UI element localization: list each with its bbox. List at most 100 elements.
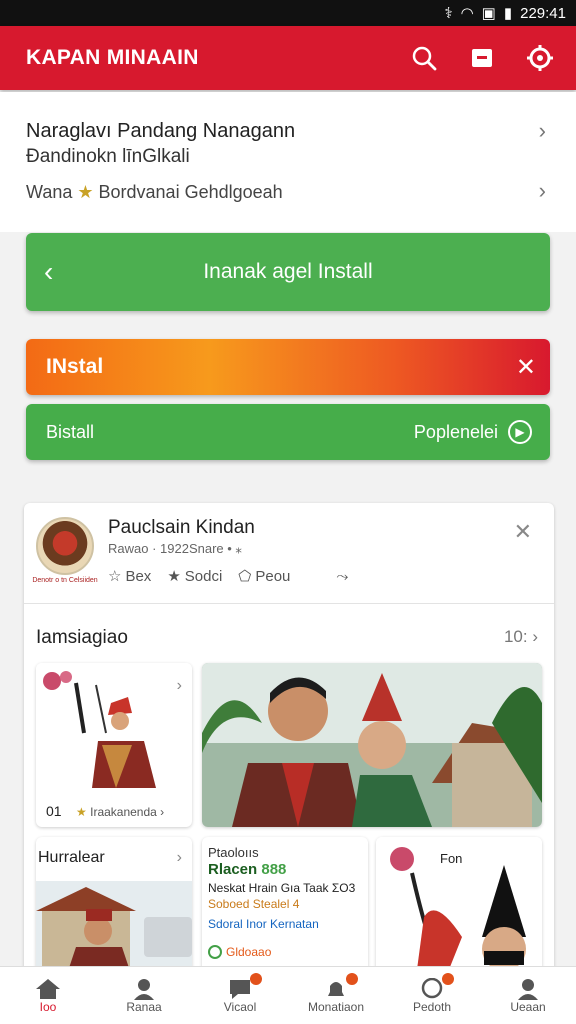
divider bbox=[24, 603, 554, 604]
tile-event-info[interactable]: Ptaoloııs Rlacen 888 Neskat Hrain Gıa Ta… bbox=[202, 837, 368, 973]
tile-event-line: Sdoral Inor Kernatan bbox=[208, 917, 319, 931]
nav-notifications-label: Monatiaon bbox=[307, 999, 365, 1014]
app-bar: KAPAN MINAAIN bbox=[0, 26, 576, 90]
bookmark-action[interactable]: ☆ Bex bbox=[108, 567, 152, 586]
bluetooth-icon: ⚕ bbox=[444, 5, 453, 22]
tile-event-title-text: Rlacen bbox=[208, 861, 258, 878]
signal-icon: ▣ bbox=[481, 5, 496, 22]
tag-label: Peou bbox=[255, 567, 291, 585]
nav-video[interactable]: Vicaol bbox=[192, 967, 288, 1024]
nav-profile-label: Ueaan bbox=[510, 999, 546, 1014]
home-icon bbox=[36, 978, 60, 999]
install-button-main-label: Inanak agel Install bbox=[203, 260, 373, 283]
bookmark-label: Bex bbox=[125, 567, 152, 585]
tile-event-title: Rlacen 888 bbox=[208, 861, 286, 878]
nav-home-label: Ioo bbox=[39, 999, 57, 1014]
section-count[interactable]: 10: › bbox=[504, 627, 538, 647]
bell-icon bbox=[328, 981, 344, 996]
nav-search-label: Ranaa bbox=[126, 999, 162, 1014]
star-label: Sodci bbox=[184, 567, 223, 585]
tile-costume-hat[interactable]: Fon bbox=[376, 837, 542, 973]
wifi-icon: ◠ bbox=[460, 5, 474, 22]
chat-icon bbox=[230, 979, 250, 999]
star-icon: ★ bbox=[76, 805, 87, 819]
back-arrow-icon[interactable]: ‹ bbox=[44, 256, 53, 288]
chevron-right-icon: › bbox=[538, 118, 546, 143]
info-subtitle-row[interactable]: Wana ★ Bordvanai Gehdlgoeah › bbox=[26, 178, 546, 203]
tile-event-header: Ptaoloııs bbox=[208, 845, 259, 860]
notification-badge bbox=[441, 973, 454, 985]
profile-icon bbox=[518, 978, 538, 1000]
nav-messages[interactable]: Pedoth bbox=[384, 967, 480, 1024]
tile-label: Fon bbox=[440, 851, 463, 866]
window-icon[interactable] bbox=[464, 40, 500, 76]
avatar-caption: Denotr o tn Celsiiden bbox=[32, 577, 98, 584]
settings-icon[interactable] bbox=[522, 40, 558, 76]
notification-badge bbox=[249, 973, 262, 985]
install-button-secondary-label: Bistall bbox=[46, 421, 95, 442]
star-icon: ★ bbox=[77, 182, 99, 202]
nav-messages-label: Pedoth bbox=[412, 999, 452, 1014]
star-action[interactable]: ★ Sodci bbox=[167, 567, 223, 586]
tile-title: Hurralear bbox=[38, 849, 105, 866]
tile-event-tag[interactable]: Gldoaao bbox=[208, 945, 271, 959]
tile-image bbox=[36, 663, 192, 795]
info-title-line1: Naraglavı Pandang Nanagann bbox=[26, 120, 296, 142]
star-icon: ★ bbox=[167, 568, 181, 585]
install-button-secondary-right-label: Poplenelei bbox=[413, 421, 498, 442]
circle-icon bbox=[208, 945, 222, 959]
install-button-main[interactable]: ‹ Inanak agel Install bbox=[26, 233, 550, 311]
share-icon[interactable]: ⤳ bbox=[336, 567, 348, 585]
message-icon bbox=[421, 977, 443, 998]
section-title: Iamsiagiao bbox=[36, 627, 128, 648]
info-subtitle-prefix: Wana bbox=[26, 182, 73, 202]
status-bar: ⚕ ◠ ▣ ▮ 229:41 bbox=[0, 0, 576, 26]
section-count-value: 10: bbox=[503, 627, 528, 646]
post-meta: Rawao · 1922Snare • ⁎ bbox=[108, 541, 242, 556]
avatar[interactable] bbox=[36, 517, 94, 575]
tile-event-line: Neskat Hrain Gıa Taak ΣO3 bbox=[208, 881, 356, 895]
info-title: Naraglavı Pandang Nanagann Đandinokn līn… bbox=[26, 118, 295, 170]
tile-event-line: Soboed Stealel 4 bbox=[208, 897, 300, 911]
tile-event-title-number: 888 bbox=[261, 861, 287, 878]
nav-search[interactable]: Ranaa bbox=[96, 967, 192, 1024]
tile-count: 01 bbox=[46, 803, 62, 819]
app-title: KAPAN MINAAIN bbox=[26, 46, 199, 69]
info-card: Naraglavı Pandang Nanagann Đandinokn līn… bbox=[0, 92, 576, 232]
chevron-right-icon: › bbox=[176, 849, 182, 866]
tile-person-house[interactable]: Hurralear › bbox=[36, 837, 192, 973]
info-subtitle-text: Bordvanai Gehdlgoeah bbox=[98, 182, 283, 202]
play-circle-icon[interactable]: ▶ bbox=[508, 420, 532, 444]
tile-photo bbox=[202, 663, 542, 827]
tag-icon: ⬠ bbox=[238, 568, 252, 585]
nav-video-label: Vicaol bbox=[223, 999, 257, 1014]
person-icon bbox=[134, 978, 154, 1000]
tile-event-tag-text: Gldoaao bbox=[226, 945, 272, 959]
nav-profile[interactable]: Ueaan bbox=[480, 967, 576, 1024]
close-icon[interactable]: ✕ bbox=[516, 353, 536, 382]
post-actions: ☆ Bex ★ Sodci ⬠ Peou ⤳ bbox=[108, 567, 348, 586]
install-banner[interactable]: INstal ✕ bbox=[26, 339, 550, 395]
nav-home[interactable]: Ioo bbox=[0, 967, 96, 1024]
post-author[interactable]: Pauclsain Kindan bbox=[108, 517, 255, 539]
tile-costume-figure[interactable]: 01 ★ Iraakanenda › › bbox=[36, 663, 192, 827]
notification-badge bbox=[345, 973, 358, 985]
bottom-nav: Ioo Ranaa Vicaol Monatiaon Pedoth Ueaan bbox=[0, 966, 576, 1024]
info-title-line2: Đandinokn līnGlkali bbox=[26, 146, 190, 167]
install-banner-label: INstal bbox=[46, 355, 104, 378]
post-card: Denotr o tn Celsiiden Pauclsain Kindan R… bbox=[24, 503, 554, 973]
nav-notifications[interactable]: Monatiaon bbox=[288, 967, 384, 1024]
info-subtitle: Wana ★ Bordvanai Gehdlgoeah bbox=[26, 182, 283, 203]
tile-image bbox=[36, 881, 192, 973]
info-title-row[interactable]: Naraglavı Pandang Nanagann Đandinokn līn… bbox=[26, 118, 546, 170]
search-icon[interactable] bbox=[406, 40, 442, 76]
status-time: 229:41 bbox=[520, 4, 566, 22]
install-button-secondary[interactable]: Bistall Poplenelei ▶ bbox=[26, 404, 550, 460]
tile-label: ★ Iraakanenda › bbox=[76, 805, 165, 819]
close-icon[interactable]: ✕ bbox=[514, 519, 532, 545]
tile-photo-couple[interactable] bbox=[202, 663, 542, 827]
chevron-right-icon: › bbox=[176, 677, 182, 694]
tag-action[interactable]: ⬠ Peou bbox=[238, 567, 291, 586]
bookmark-icon: ☆ bbox=[108, 568, 122, 585]
chevron-right-icon: › bbox=[538, 178, 546, 203]
